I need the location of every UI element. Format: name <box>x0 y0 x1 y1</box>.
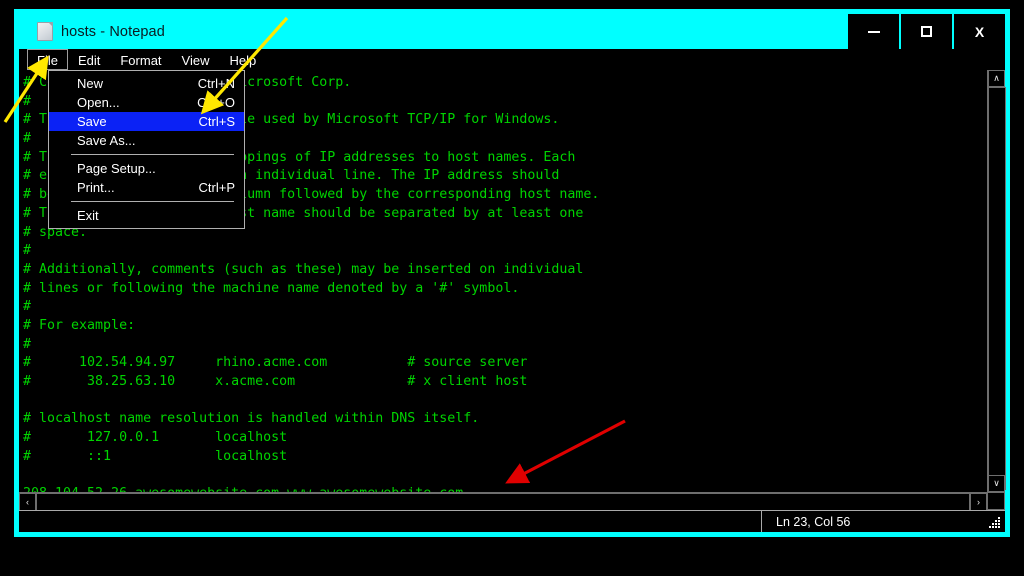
notepad-window: hosts - Notepad X File Edit Format View … <box>14 9 1010 537</box>
editor-line: # lines or following the machine name de… <box>23 280 520 296</box>
file-menu-item-label: Save As... <box>77 133 136 148</box>
resize-grip-icon[interactable] <box>989 517 1002 530</box>
file-menu-item-label: Exit <box>77 208 99 223</box>
file-menu-item-shortcut: Ctrl+N <box>197 76 235 91</box>
editor-line: # <box>23 336 32 352</box>
close-icon: X <box>974 23 985 40</box>
file-menu-item-new[interactable]: New Ctrl+N <box>49 74 244 93</box>
status-position-cell: Ln 23, Col 56 <box>761 511 996 532</box>
menu-item-format[interactable]: Format <box>110 49 171 70</box>
window-title: hosts - Notepad <box>61 23 165 40</box>
minimize-icon <box>867 30 880 33</box>
horizontal-scrollbar[interactable]: ‹ › <box>19 492 987 511</box>
scroll-down-button[interactable]: ∨ <box>988 475 1005 492</box>
chevron-left-icon: ‹ <box>26 496 29 507</box>
editor-line: # localhost name resolution is handled w… <box>23 411 480 427</box>
window-controls: X <box>846 14 1005 49</box>
editor-line: # 102.54.94.97 rhino.acme.com # source s… <box>23 355 528 371</box>
file-menu-item-label: Page Setup... <box>77 161 156 176</box>
file-menu-item-shortcut: Ctrl+P <box>198 180 235 195</box>
editor-line: # <box>23 243 32 259</box>
menu-item-file[interactable]: File <box>27 49 68 70</box>
file-menu-item-open[interactable]: Open... Ctrl+O <box>49 93 244 112</box>
editor-line: # <box>23 299 32 315</box>
scroll-up-button[interactable]: ∧ <box>988 70 1005 87</box>
editor-line: # Additionally, comments (such as these)… <box>23 261 584 277</box>
menu-bar: File Edit Format View Help <box>19 49 1005 70</box>
menu-item-view-label: View <box>181 52 210 68</box>
scroll-left-button[interactable]: ‹ <box>19 493 36 511</box>
editor-line: # ::1 localhost <box>23 448 288 464</box>
file-menu-item-exit[interactable]: Exit <box>49 206 244 225</box>
maximize-icon <box>921 26 932 37</box>
file-dropdown-menu: New Ctrl+N Open... Ctrl+O Save Ctrl+S Save As.… <box>48 70 245 229</box>
menu-separator <box>71 201 234 202</box>
file-menu-item-save[interactable]: Save Ctrl+S <box>49 112 244 131</box>
chevron-down-icon: ∨ <box>993 478 1000 488</box>
file-menu-item-label: Open... <box>77 95 120 110</box>
notepad-document-icon <box>37 22 53 41</box>
horizontal-scroll-thumb[interactable] <box>36 493 970 511</box>
status-bar: Ln 23, Col 56 <box>19 510 1005 532</box>
editor-line: 208.104.52.26 awesomewebsite.com www.awe… <box>23 485 987 492</box>
menu-item-file-label: File <box>37 52 58 68</box>
file-menu-item-shortcut: Ctrl+O <box>197 95 235 110</box>
maximize-button[interactable] <box>899 14 952 49</box>
editor-line: # 38.25.63.10 x.acme.com # x client host <box>23 374 528 389</box>
cursor-position-text: Ln 23, Col 56 <box>776 514 851 529</box>
menu-item-view[interactable]: View <box>172 49 220 70</box>
vertical-scrollbar[interactable]: ∧ ∨ <box>987 70 1006 492</box>
file-menu-item-shortcut: Ctrl+S <box>198 114 235 129</box>
file-menu-item-save-as[interactable]: Save As... <box>49 131 244 150</box>
editor-line: # 127.0.0.1 localhost <box>23 430 288 446</box>
menu-item-format-label: Format <box>120 52 162 68</box>
menu-item-help[interactable]: Help <box>219 49 266 70</box>
title-bar[interactable]: hosts - Notepad X <box>19 14 1005 49</box>
scroll-right-button[interactable]: › <box>970 493 987 511</box>
scrollbar-corner <box>987 492 1005 510</box>
chevron-up-icon: ∧ <box>993 73 1000 83</box>
file-menu-item-label: Save <box>77 114 107 129</box>
close-button[interactable]: X <box>952 14 1005 49</box>
screenshot-root: hosts - Notepad X File Edit Format View … <box>0 0 1024 576</box>
file-menu-item-label: New <box>77 76 104 91</box>
file-menu-item-print[interactable]: Print... Ctrl+P <box>49 178 244 197</box>
menu-item-edit-label: Edit <box>77 52 101 68</box>
file-menu-item-label: Print... <box>77 180 115 195</box>
editor-line: # For example: <box>23 317 136 333</box>
minimize-button[interactable] <box>846 14 899 49</box>
vertical-scroll-thumb[interactable] <box>988 87 1006 490</box>
file-menu-item-page-setup[interactable]: Page Setup... <box>49 159 244 178</box>
chevron-right-icon: › <box>977 496 980 507</box>
menu-separator <box>71 154 234 155</box>
menu-item-edit[interactable]: Edit <box>68 49 110 70</box>
menu-item-help-label: Help <box>229 52 257 68</box>
